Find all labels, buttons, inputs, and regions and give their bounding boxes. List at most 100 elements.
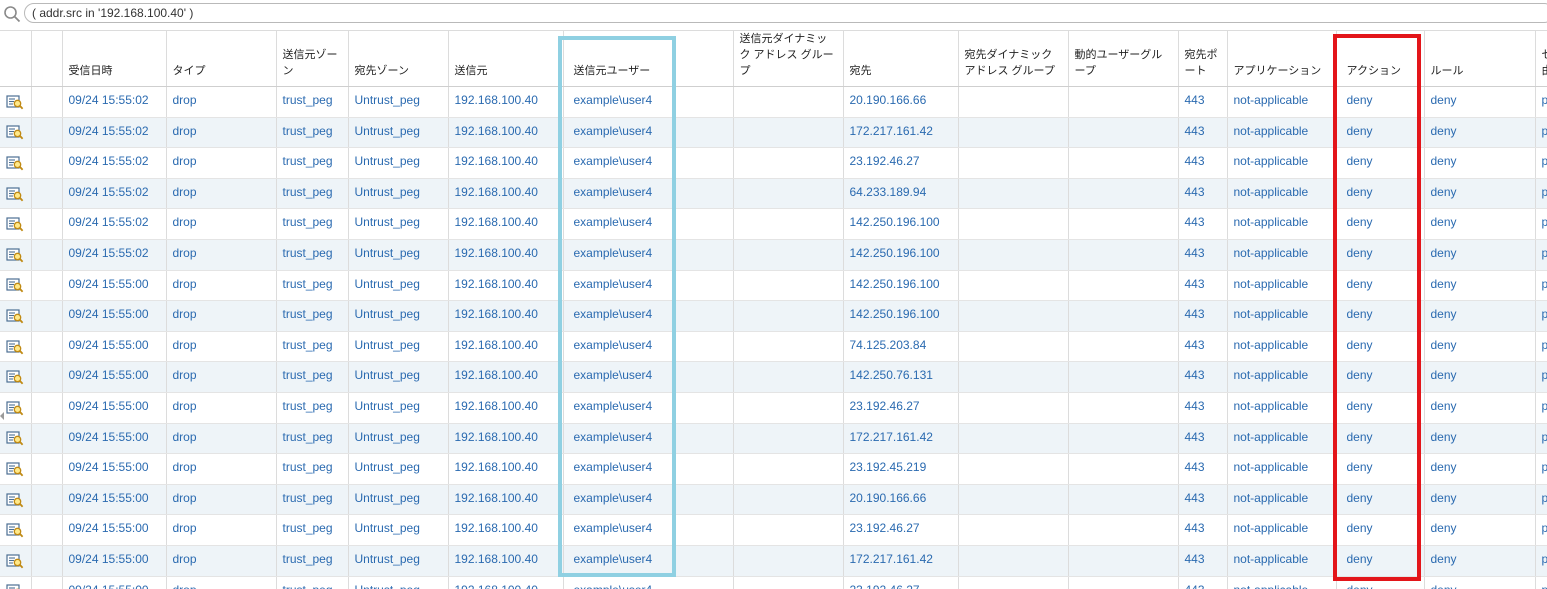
table-row[interactable]: 09/24 15:55:00droptrust_pegUntrust_peg19… (0, 331, 1547, 363)
row-icon-cell[interactable] (0, 484, 32, 516)
cell-source-zone[interactable]: trust_peg (276, 208, 349, 240)
cell-received-time[interactable]: 09/24 15:55:02 (62, 208, 167, 240)
log-detail-icon[interactable] (6, 461, 24, 477)
cell-destination-zone[interactable]: Untrust_peg (348, 331, 449, 363)
cell-type[interactable]: drop (166, 147, 277, 179)
log-detail-icon[interactable] (6, 339, 24, 355)
cell-rule[interactable]: deny (1424, 147, 1536, 179)
cell-received-time[interactable]: 09/24 15:55:00 (62, 484, 167, 516)
cell-received-time[interactable]: 09/24 15:55:00 (62, 270, 167, 302)
cell-source-zone[interactable]: trust_peg (276, 239, 349, 271)
cell-rule[interactable]: deny (1424, 86, 1536, 118)
cell-destination[interactable]: 142.250.196.100 (843, 270, 959, 302)
cell-source-zone[interactable]: trust_peg (276, 270, 349, 302)
cell-rule[interactable]: deny (1424, 117, 1536, 149)
cell-received-time[interactable]: 09/24 15:55:02 (62, 239, 167, 271)
cell-destination-port[interactable]: 443 (1178, 86, 1228, 118)
cell-destination-zone[interactable]: Untrust_peg (348, 392, 449, 424)
cell-application[interactable]: not-applicable (1227, 576, 1337, 589)
cell-received-time[interactable]: 09/24 15:55:00 (62, 331, 167, 363)
cell-application[interactable]: not-applicable (1227, 300, 1337, 332)
cell-dynamic-user-group[interactable] (1068, 178, 1179, 210)
row-icon-cell[interactable] (0, 86, 32, 118)
cell-source[interactable]: 192.168.100.40 (448, 453, 564, 485)
cell-rule[interactable]: deny (1424, 361, 1536, 393)
row-icon-cell[interactable] (0, 178, 32, 210)
log-detail-icon[interactable] (6, 124, 24, 140)
cell-truncated[interactable]: p (1535, 178, 1547, 210)
cell-source-user[interactable]: example\user4 (563, 484, 734, 516)
cell-received-time[interactable]: 09/24 15:55:00 (62, 453, 167, 485)
cell-destination-dag[interactable] (958, 86, 1069, 118)
cell-truncated[interactable]: p (1535, 545, 1547, 577)
log-detail-icon[interactable] (6, 186, 24, 202)
cell-destination-dag[interactable] (958, 178, 1069, 210)
cell-destination-dag[interactable] (958, 484, 1069, 516)
cell-source-zone[interactable]: trust_peg (276, 86, 349, 118)
cell-destination-zone[interactable]: Untrust_peg (348, 147, 449, 179)
cell-source-zone[interactable]: trust_peg (276, 484, 349, 516)
cell-destination-port[interactable]: 443 (1178, 361, 1228, 393)
cell-source-user[interactable]: example\user4 (563, 178, 734, 210)
cell-destination[interactable]: 142.250.196.100 (843, 239, 959, 271)
cell-dynamic-user-group[interactable] (1068, 331, 1179, 363)
table-row[interactable]: 09/24 15:55:02 drop trust_peg Untrust_peg 19… (0, 147, 1547, 179)
row-icon-cell[interactable] (0, 423, 32, 455)
table-row[interactable]: 09/24 15:55:02 drop trust_peg Untrust_peg 19… (0, 208, 1547, 240)
cell-source-dag[interactable] (733, 86, 844, 118)
cell-received-time[interactable]: 09/24 15:55:00 (62, 423, 167, 455)
cell-destination[interactable]: 64.233.189.94 (843, 178, 959, 210)
cell-destination-dag[interactable] (958, 392, 1069, 424)
cell-destination-zone[interactable]: Untrust_peg (348, 86, 449, 118)
cell-truncated[interactable]: p (1535, 392, 1547, 424)
log-detail-icon[interactable] (6, 522, 24, 538)
cell-rule[interactable]: deny (1424, 331, 1536, 363)
cell-application[interactable]: not-applicable (1227, 392, 1337, 424)
cell-destination[interactable]: 23.192.46.27 (843, 576, 959, 589)
cell-type[interactable]: drop (166, 423, 277, 455)
cell-destination-port[interactable]: 443 (1178, 331, 1228, 363)
cell-action[interactable]: deny (1336, 270, 1425, 302)
row-icon-cell[interactable] (0, 300, 32, 332)
cell-received-time[interactable]: 09/24 15:55:00 (62, 514, 167, 546)
cell-dynamic-user-group[interactable] (1068, 576, 1179, 589)
cell-destination-dag[interactable] (958, 117, 1069, 149)
cell-destination-dag[interactable] (958, 453, 1069, 485)
log-detail-icon[interactable] (6, 308, 24, 324)
cell-source[interactable]: 192.168.100.40 (448, 423, 564, 455)
cell-dynamic-user-group[interactable] (1068, 545, 1179, 577)
cell-application[interactable]: not-applicable (1227, 545, 1337, 577)
table-row[interactable]: 09/24 15:55:00droptrust_pegUntrust_peg19… (0, 270, 1547, 302)
table-row[interactable]: 09/24 15:55:00droptrust_pegUntrust_peg19… (0, 576, 1547, 589)
collapse-arrow-icon[interactable] (0, 412, 4, 420)
cell-destination-dag[interactable] (958, 208, 1069, 240)
cell-received-time[interactable]: 09/24 15:55:02 (62, 147, 167, 179)
cell-truncated[interactable]: p (1535, 300, 1547, 332)
cell-destination-dag[interactable] (958, 270, 1069, 302)
log-detail-icon[interactable] (6, 553, 24, 569)
cell-rule[interactable]: deny (1424, 423, 1536, 455)
cell-source-user[interactable]: example\user4 (563, 423, 734, 455)
cell-source-dag[interactable] (733, 392, 844, 424)
cell-destination-dag[interactable] (958, 545, 1069, 577)
cell-application[interactable]: not-applicable (1227, 208, 1337, 240)
cell-truncated[interactable]: p (1535, 147, 1547, 179)
cell-type[interactable]: drop (166, 117, 277, 149)
cell-type[interactable]: drop (166, 86, 277, 118)
cell-source-user[interactable]: example\user4 (563, 576, 734, 589)
cell-source-dag[interactable] (733, 484, 844, 516)
cell-source[interactable]: 192.168.100.40 (448, 392, 564, 424)
col-header-source-user[interactable]: 送信元ユーザー (563, 30, 734, 87)
cell-action[interactable]: deny (1336, 484, 1425, 516)
cell-truncated[interactable]: p (1535, 270, 1547, 302)
cell-destination-port[interactable]: 443 (1178, 392, 1228, 424)
cell-rule[interactable]: deny (1424, 239, 1536, 271)
cell-action[interactable]: deny (1336, 178, 1425, 210)
cell-source[interactable]: 192.168.100.40 (448, 239, 564, 271)
cell-action[interactable]: deny (1336, 576, 1425, 589)
cell-received-time[interactable]: 09/24 15:55:02 (62, 117, 167, 149)
cell-action[interactable]: deny (1336, 361, 1425, 393)
table-row[interactable]: 09/24 15:55:02 drop trust_peg Untrust_peg 19… (0, 86, 1547, 118)
cell-source-zone[interactable]: trust_peg (276, 147, 349, 179)
cell-destination-port[interactable]: 443 (1178, 545, 1228, 577)
